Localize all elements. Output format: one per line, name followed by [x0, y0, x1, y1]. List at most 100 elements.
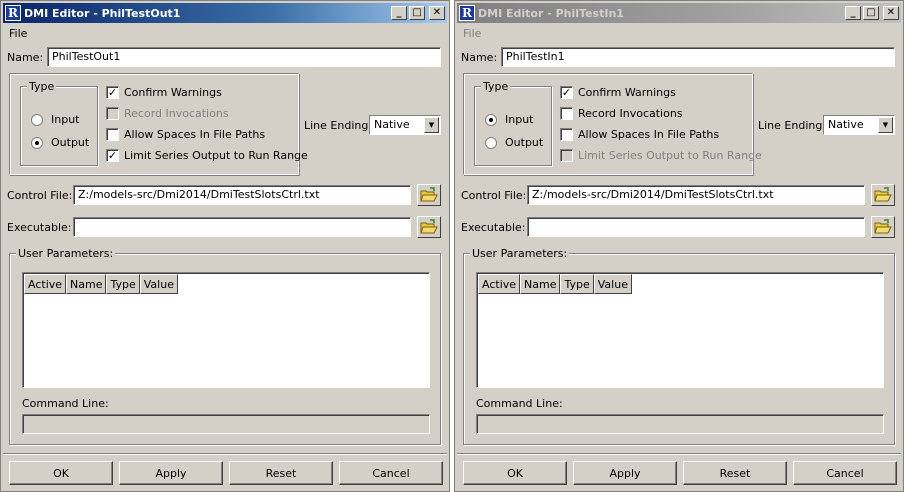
line-ending-value: Native	[828, 118, 864, 131]
column-header-active[interactable]: Active	[24, 274, 67, 294]
limit-series-checkbox	[560, 149, 573, 162]
radio-output-label: Output	[505, 136, 544, 149]
dmi-app-icon[interactable]: R	[5, 5, 21, 21]
allow-spaces-label: Allow Spaces In File Paths	[578, 128, 720, 141]
record-invocations-label: Record Invocations	[578, 107, 683, 120]
radio-output-option[interactable]: Output	[485, 136, 543, 149]
ok-button[interactable]: OK	[463, 461, 567, 485]
radio-input-label: Input	[51, 113, 80, 126]
open-folder-icon	[874, 187, 892, 202]
type-group: Type Input Output	[474, 80, 552, 166]
apply-button[interactable]: Apply	[119, 461, 223, 485]
dropdown-arrow-icon[interactable]: ▼	[878, 117, 893, 133]
dropdown-arrow-icon[interactable]: ▼	[424, 117, 439, 133]
record-invocations-label: Record Invocations	[124, 107, 229, 120]
column-header-value[interactable]: Value	[593, 274, 632, 294]
allow-spaces-option[interactable]: Allow Spaces In File Paths	[106, 128, 265, 141]
control-file-browse-button[interactable]	[417, 184, 441, 206]
menu-file[interactable]: File	[463, 27, 481, 40]
control-file-label: Control File:	[7, 188, 73, 202]
header-fill	[631, 274, 882, 294]
confirm-warnings-option[interactable]: ✓ Confirm Warnings	[560, 86, 676, 99]
minimize-icon[interactable]: _	[391, 6, 407, 20]
record-invocations-option: Record Invocations	[106, 107, 229, 120]
record-invocations-checkbox[interactable]	[560, 107, 573, 120]
title-bar[interactable]: R DMI Editor - PhilTestOut1 _ □ ✕	[3, 3, 447, 23]
column-header-type[interactable]: Type	[106, 274, 140, 294]
executable-row: Executable:	[7, 215, 441, 239]
button-row: OK Apply Reset Cancel	[463, 461, 897, 485]
ok-button[interactable]: OK	[9, 461, 113, 485]
command-line-label: Command Line:	[22, 397, 109, 410]
apply-button[interactable]: Apply	[573, 461, 677, 485]
limit-series-label: Limit Series Output to Run Range	[578, 149, 762, 162]
confirm-warnings-checkbox[interactable]: ✓	[560, 86, 573, 99]
user-parameters-table[interactable]: Active Name Type Value	[22, 272, 430, 388]
record-invocations-checkbox	[106, 107, 119, 120]
control-file-browse-button[interactable]	[871, 184, 895, 206]
header-fill	[177, 274, 428, 294]
close-icon[interactable]: ✕	[429, 6, 445, 20]
separator	[457, 453, 901, 455]
executable-row: Executable:	[461, 215, 895, 239]
allow-spaces-checkbox[interactable]	[560, 128, 573, 141]
executable-input[interactable]	[527, 217, 865, 237]
allow-spaces-option[interactable]: Allow Spaces In File Paths	[560, 128, 719, 141]
radio-input[interactable]	[485, 113, 497, 126]
reset-button[interactable]: Reset	[229, 461, 333, 485]
user-parameters-group: User Parameters: Active Name Type Value …	[463, 247, 895, 445]
options-group: Type Input Output ✓ Confirm Warnings Rec…	[463, 73, 762, 175]
record-invocations-option[interactable]: Record Invocations	[560, 107, 683, 120]
window-title: DMI Editor - PhilTestOut1	[24, 6, 181, 20]
line-ending-select[interactable]: Native ▼	[369, 115, 441, 135]
limit-series-option[interactable]: ✓ Limit Series Output to Run Range	[106, 149, 308, 162]
minimize-icon[interactable]: _	[845, 6, 861, 20]
column-header-value[interactable]: Value	[139, 274, 178, 294]
reset-button[interactable]: Reset	[683, 461, 787, 485]
column-header-name[interactable]: Name	[520, 274, 561, 294]
menu-file[interactable]: File	[9, 27, 27, 40]
table-header: Active Name Type Value	[478, 274, 882, 294]
options-group: Type Input Output ✓ Confirm Warnings Rec…	[9, 73, 308, 175]
open-folder-icon	[420, 219, 438, 234]
radio-output[interactable]	[31, 136, 43, 149]
line-ending-select[interactable]: Native ▼	[823, 115, 895, 135]
radio-output[interactable]	[485, 136, 497, 149]
column-header-type[interactable]: Type	[560, 274, 594, 294]
radio-input-option[interactable]: Input	[485, 113, 533, 126]
type-group: Type Input Output	[20, 80, 98, 166]
close-icon[interactable]: ✕	[883, 6, 899, 20]
radio-input[interactable]	[31, 113, 43, 126]
control-file-input[interactable]: Z:/models-src/Dmi2014/DmiTestSlotsCtrl.t…	[73, 185, 411, 205]
executable-browse-button[interactable]	[871, 216, 895, 238]
dmi-app-icon[interactable]: R	[459, 5, 475, 21]
control-file-label: Control File:	[461, 188, 527, 202]
user-parameters-table[interactable]: Active Name Type Value	[476, 272, 884, 388]
name-input[interactable]: PhilTestOut1	[47, 47, 441, 67]
line-ending-label: Line Ending:	[304, 119, 373, 132]
open-folder-icon	[874, 219, 892, 234]
cancel-button[interactable]: Cancel	[339, 461, 443, 485]
control-file-input[interactable]: Z:/models-src/Dmi2014/DmiTestSlotsCtrl.t…	[527, 185, 865, 205]
executable-browse-button[interactable]	[417, 216, 441, 238]
confirm-warnings-option[interactable]: ✓ Confirm Warnings	[106, 86, 222, 99]
cancel-button[interactable]: Cancel	[793, 461, 897, 485]
confirm-warnings-checkbox[interactable]: ✓	[106, 86, 119, 99]
executable-label: Executable:	[7, 220, 72, 234]
title-bar[interactable]: R DMI Editor - PhilTestIn1 _ □ ✕	[457, 3, 901, 23]
allow-spaces-checkbox[interactable]	[106, 128, 119, 141]
maximize-icon[interactable]: □	[409, 6, 425, 20]
radio-output-option[interactable]: Output	[31, 136, 89, 149]
type-legend: Type	[481, 80, 511, 93]
column-header-active[interactable]: Active	[478, 274, 521, 294]
control-file-row: Control File: Z:/models-src/Dmi2014/DmiT…	[7, 183, 441, 207]
radio-input-option[interactable]: Input	[31, 113, 79, 126]
user-parameters-group: User Parameters: Active Name Type Value …	[9, 247, 441, 445]
dmi-editor-window-input: R DMI Editor - PhilTestIn1 _ □ ✕ File Na…	[454, 0, 904, 492]
executable-input[interactable]	[73, 217, 411, 237]
dmi-editor-window-output: R DMI Editor - PhilTestOut1 _ □ ✕ File N…	[0, 0, 450, 492]
limit-series-checkbox[interactable]: ✓	[106, 149, 119, 162]
maximize-icon[interactable]: □	[863, 6, 879, 20]
name-input[interactable]: PhilTestIn1	[501, 47, 895, 67]
column-header-name[interactable]: Name	[66, 274, 107, 294]
